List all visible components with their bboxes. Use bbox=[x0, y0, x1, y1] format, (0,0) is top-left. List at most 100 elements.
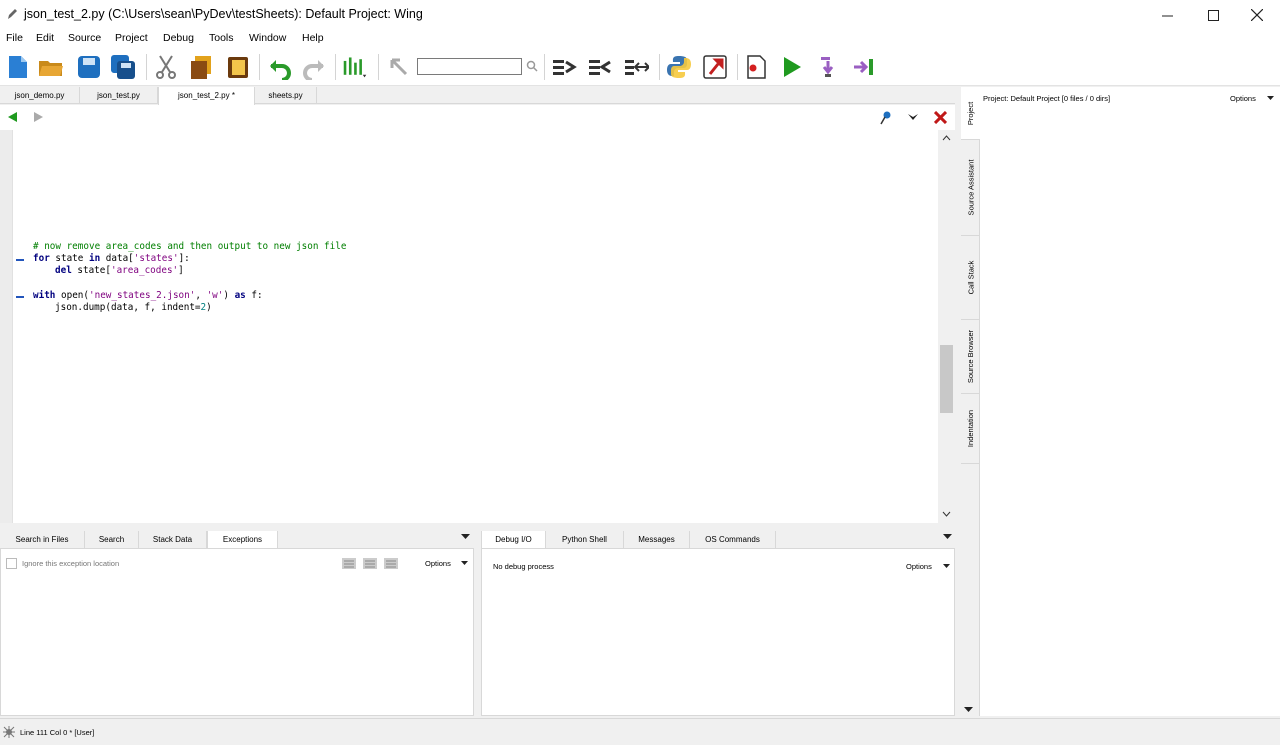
exceptions-panel: Ignore this exception location Options bbox=[0, 548, 474, 716]
debug-settings-icon[interactable] bbox=[702, 54, 728, 80]
save-icon[interactable] bbox=[76, 54, 102, 80]
menu-window[interactable]: Window bbox=[249, 32, 286, 44]
search-input[interactable] bbox=[417, 58, 522, 75]
maximize-button[interactable] bbox=[1190, 0, 1236, 30]
minimize-button[interactable] bbox=[1144, 0, 1190, 30]
back-arrow-icon[interactable] bbox=[6, 111, 18, 123]
scrollbar-thumb[interactable] bbox=[940, 345, 953, 413]
indent-icon[interactable] bbox=[551, 54, 577, 80]
tab-project[interactable]: Project bbox=[961, 87, 980, 140]
project-summary: Project: Default Project [0 files / 0 di… bbox=[983, 94, 1111, 103]
code-line: with open('new_states_2.json', 'w') as f… bbox=[33, 290, 263, 301]
tab-messages[interactable]: Messages bbox=[624, 531, 690, 548]
panel-menu-icon[interactable] bbox=[943, 534, 952, 540]
editor-scrollbar[interactable] bbox=[938, 130, 955, 523]
project-panel: Project: Default Project [0 files / 0 di… bbox=[980, 87, 1280, 716]
tab-search-in-files[interactable]: Search in Files bbox=[0, 531, 85, 548]
breakpoint-icon[interactable] bbox=[743, 54, 769, 80]
close-editor-icon[interactable] bbox=[934, 111, 947, 124]
toolbar-separator bbox=[544, 54, 545, 80]
options-dropdown-icon[interactable] bbox=[943, 564, 950, 569]
tab-source-browser[interactable]: Source Browser bbox=[961, 320, 980, 394]
fold-marker[interactable] bbox=[16, 296, 24, 298]
menu-project[interactable]: Project bbox=[115, 32, 148, 44]
tab-sheets[interactable]: sheets.py bbox=[255, 87, 317, 104]
code-line: for state in data['states']: bbox=[33, 253, 190, 264]
string-literal: 'new_states_2.json' bbox=[89, 290, 196, 301]
toolbar-separator bbox=[378, 54, 379, 80]
step-into-icon[interactable] bbox=[815, 54, 841, 80]
save-all-icon[interactable] bbox=[110, 54, 136, 80]
close-button[interactable] bbox=[1234, 0, 1280, 30]
code-text: ) bbox=[206, 302, 212, 313]
tab-json-demo[interactable]: json_demo.py bbox=[0, 87, 80, 104]
code-text: json.dump(data, f, indent= bbox=[55, 302, 201, 313]
list-view-icon[interactable] bbox=[363, 558, 377, 569]
step-out-icon[interactable] bbox=[851, 54, 877, 80]
bug-icon[interactable] bbox=[3, 726, 15, 738]
toolbar bbox=[0, 48, 1280, 86]
menu-tools[interactable]: Tools bbox=[209, 32, 234, 44]
tab-call-stack[interactable]: Call Stack bbox=[961, 236, 980, 320]
options-dropdown-icon[interactable] bbox=[1267, 96, 1274, 101]
run-icon[interactable] bbox=[779, 54, 805, 80]
side-panel-menu-icon[interactable] bbox=[964, 707, 973, 713]
fold-marker[interactable] bbox=[16, 259, 24, 261]
pencil-icon bbox=[8, 9, 17, 19]
options-button[interactable]: Options bbox=[425, 559, 451, 568]
code-line: del state['area_codes'] bbox=[55, 265, 184, 276]
keyword: with bbox=[33, 290, 56, 301]
menu-file[interactable]: File bbox=[6, 32, 23, 44]
indent-guides-icon[interactable] bbox=[342, 54, 368, 80]
code-text: ) bbox=[223, 290, 235, 301]
tab-exceptions[interactable]: Exceptions bbox=[207, 531, 278, 549]
search-icon[interactable] bbox=[526, 60, 538, 72]
menu-source[interactable]: Source bbox=[68, 32, 101, 44]
forward-arrow-icon[interactable] bbox=[33, 111, 45, 123]
cut-icon[interactable] bbox=[153, 54, 179, 80]
tab-source-assistant[interactable]: Source Assistant bbox=[961, 140, 980, 236]
code-editor[interactable]: # now remove area_codes and then output … bbox=[0, 130, 955, 523]
splitter[interactable] bbox=[0, 523, 955, 529]
code-comment: # now remove area_codes and then output … bbox=[33, 241, 347, 252]
keyword: for bbox=[33, 253, 50, 264]
tab-json-test-2[interactable]: json_test_2.py * bbox=[158, 87, 255, 105]
python-icon[interactable] bbox=[666, 54, 692, 80]
list-view-icon[interactable] bbox=[342, 558, 356, 569]
chevron-down-icon[interactable] bbox=[907, 113, 919, 122]
tab-python-shell[interactable]: Python Shell bbox=[546, 531, 624, 548]
paste-icon[interactable] bbox=[225, 54, 251, 80]
options-button[interactable]: Options bbox=[1230, 94, 1256, 103]
tab-os-commands[interactable]: OS Commands bbox=[690, 531, 776, 548]
redo-icon[interactable] bbox=[301, 54, 327, 80]
panel-menu-icon[interactable] bbox=[461, 534, 470, 540]
code-line: json.dump(data, f, indent=2) bbox=[55, 302, 212, 313]
options-dropdown-icon[interactable] bbox=[461, 561, 468, 566]
list-view-icon[interactable] bbox=[384, 558, 398, 569]
dedent-icon[interactable] bbox=[587, 54, 613, 80]
undo-icon[interactable] bbox=[267, 54, 293, 80]
menu-help[interactable]: Help bbox=[302, 32, 324, 44]
scroll-down-icon[interactable] bbox=[942, 511, 951, 517]
tab-stack-data[interactable]: Stack Data bbox=[139, 531, 207, 548]
string-literal: 'w' bbox=[206, 290, 224, 301]
swap-indent-icon[interactable] bbox=[623, 54, 649, 80]
open-folder-icon[interactable] bbox=[38, 54, 64, 80]
menu-edit[interactable]: Edit bbox=[36, 32, 54, 44]
editor-tab-bar: json_demo.py json_test.py json_test_2.py… bbox=[0, 87, 955, 105]
code-text: state[ bbox=[71, 265, 111, 276]
scroll-up-icon[interactable] bbox=[942, 135, 951, 141]
pin-icon[interactable] bbox=[879, 110, 893, 125]
debug-status-text: No debug process bbox=[493, 562, 554, 571]
copy-icon[interactable] bbox=[189, 54, 215, 80]
tab-debug-io[interactable]: Debug I/O bbox=[481, 531, 546, 549]
new-file-icon[interactable] bbox=[5, 54, 31, 80]
options-button[interactable]: Options bbox=[906, 562, 932, 571]
ignore-checkbox[interactable] bbox=[6, 558, 17, 569]
menu-debug[interactable]: Debug bbox=[163, 32, 194, 44]
pointer-icon[interactable] bbox=[386, 54, 412, 80]
tab-indentation[interactable]: Indentation bbox=[961, 394, 980, 464]
tab-json-test[interactable]: json_test.py bbox=[80, 87, 158, 104]
maximize-icon bbox=[1207, 9, 1219, 21]
tab-search[interactable]: Search bbox=[85, 531, 139, 548]
